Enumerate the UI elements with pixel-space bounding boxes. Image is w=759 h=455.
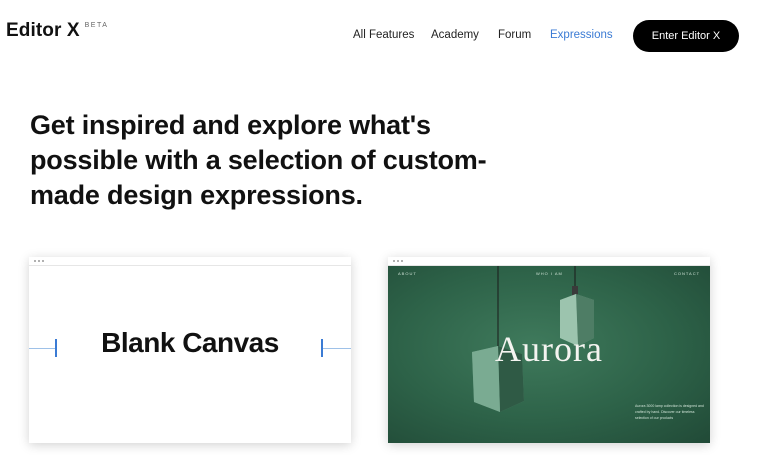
nav-link-forum[interactable]: Forum bbox=[498, 29, 531, 41]
nav-link-expressions[interactable]: Expressions bbox=[550, 29, 613, 41]
hero-line-1: Get inspired and explore what's bbox=[30, 110, 431, 140]
hero-line-3: made design expressions. bbox=[30, 180, 363, 210]
logo-text: Editor X bbox=[6, 20, 80, 41]
aurora-caption: Aurora 3000 lamp collection is designed … bbox=[635, 404, 704, 420]
page: Editor X BETA All Features Academy Forum… bbox=[0, 0, 759, 455]
window-dot bbox=[38, 260, 40, 262]
blank-canvas-title: Blank Canvas bbox=[101, 327, 279, 358]
browser-bar bbox=[29, 257, 351, 266]
window-dot bbox=[42, 260, 44, 262]
aurora-title: Aurora bbox=[495, 329, 603, 369]
nav-link-academy[interactable]: Academy bbox=[431, 29, 479, 41]
window-dot bbox=[401, 260, 403, 262]
enter-editor-x-button[interactable]: Enter Editor X bbox=[633, 20, 739, 52]
hero-line-2: possible with a selection of custom- bbox=[30, 145, 487, 175]
browser-bar bbox=[388, 257, 710, 266]
window-dot bbox=[34, 260, 36, 262]
aurora-card[interactable]: ABOUT WHO I AM CONTACT Aurora Aurora 300… bbox=[388, 257, 710, 443]
aurora-preview: ABOUT WHO I AM CONTACT Aurora Aurora 300… bbox=[388, 266, 710, 443]
editor-x-logo[interactable]: Editor X BETA bbox=[6, 20, 108, 42]
window-dot bbox=[393, 260, 395, 262]
window-dot bbox=[397, 260, 399, 262]
beta-badge: BETA bbox=[84, 22, 109, 29]
hero-heading: Get inspired and explore what's possible… bbox=[30, 108, 550, 213]
nav-link-all-features[interactable]: All Features bbox=[353, 29, 414, 41]
blank-canvas-card[interactable]: Blank Canvas bbox=[29, 257, 351, 443]
